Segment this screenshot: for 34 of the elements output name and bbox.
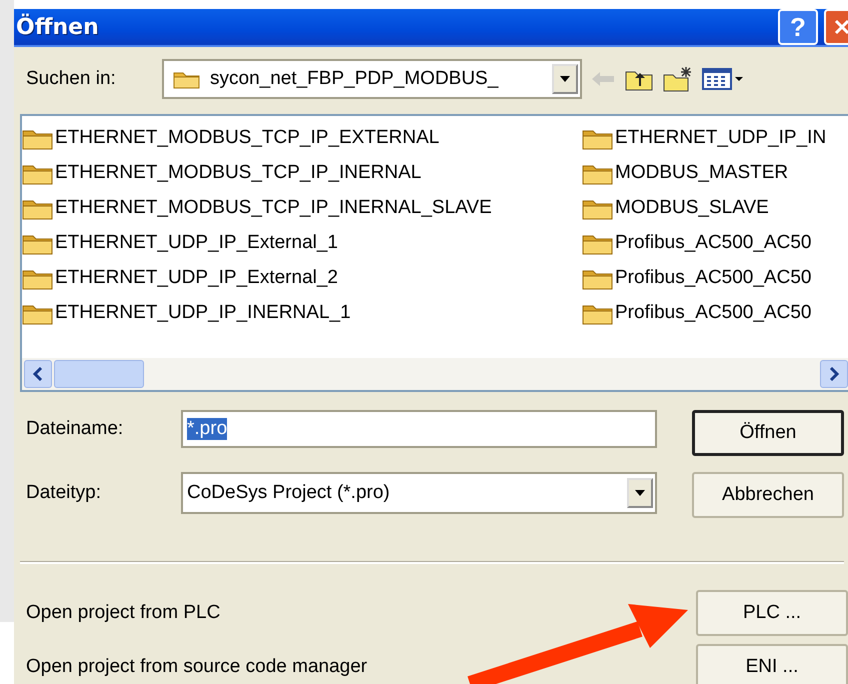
option-label: Open project from source code manager	[25, 656, 368, 678]
look-in-label: Suchen in:	[25, 68, 117, 90]
option-button[interactable]: PLC ...	[696, 590, 848, 636]
folder-item[interactable]: ETHERNET_UDP_IP_INERNAL_1	[22, 295, 582, 330]
folder-item[interactable]: MODBUS_SLAVE	[582, 190, 826, 225]
folder-item[interactable]: Profibus_AC500_AC50	[582, 295, 826, 330]
filename-field[interactable]: *.pro	[181, 410, 657, 448]
horizontal-scrollbar[interactable]	[22, 358, 848, 390]
folder-item[interactable]: ETHERNET_UDP_IP_External_2	[22, 260, 582, 295]
look-in-dropdown[interactable]: sycon_net_FBP_PDP_MODBUS_	[162, 59, 582, 99]
new-folder-icon[interactable]	[662, 65, 694, 93]
open-button[interactable]: Öffnen	[692, 410, 844, 456]
filename-value: *.pro	[187, 418, 228, 440]
folder-item[interactable]: ETHERNET_MODBUS_TCP_IP_INERNAL_SLAVE	[22, 190, 582, 225]
filename-label: Dateiname:	[25, 418, 124, 440]
option-button[interactable]: ENI ...	[696, 644, 848, 684]
scroll-thumb[interactable]	[54, 360, 144, 388]
close-icon	[832, 17, 848, 37]
filetype-label: Dateityp:	[25, 482, 102, 504]
folder-item[interactable]: Profibus_AC500_AC50	[582, 225, 826, 260]
scroll-right-icon[interactable]	[820, 360, 848, 388]
scroll-left-icon[interactable]	[24, 360, 52, 388]
folder-item[interactable]: ETHERNET_UDP_IP_External_1	[22, 225, 582, 260]
filetype-dropdown[interactable]: CoDeSys Project (*.pro)	[181, 472, 657, 514]
option-label: Open project from PLC	[25, 602, 220, 624]
help-button[interactable]: ?	[778, 9, 818, 45]
folder-item[interactable]: ETHERNET_MODBUS_TCP_IP_EXTERNAL	[22, 120, 582, 155]
folder-item[interactable]: ETHERNET_MODBUS_TCP_IP_INERNAL	[22, 155, 582, 190]
folder-item[interactable]: MODBUS_MASTER	[582, 155, 826, 190]
folder-item[interactable]: ETHERNET_UDP_IP_IN	[582, 120, 826, 155]
folder-item[interactable]: Profibus_AC500_AC50	[582, 260, 826, 295]
view-menu-icon[interactable]	[702, 67, 744, 91]
window-title: Öffnen	[15, 14, 99, 40]
cancel-button[interactable]: Abbrechen	[692, 472, 844, 518]
